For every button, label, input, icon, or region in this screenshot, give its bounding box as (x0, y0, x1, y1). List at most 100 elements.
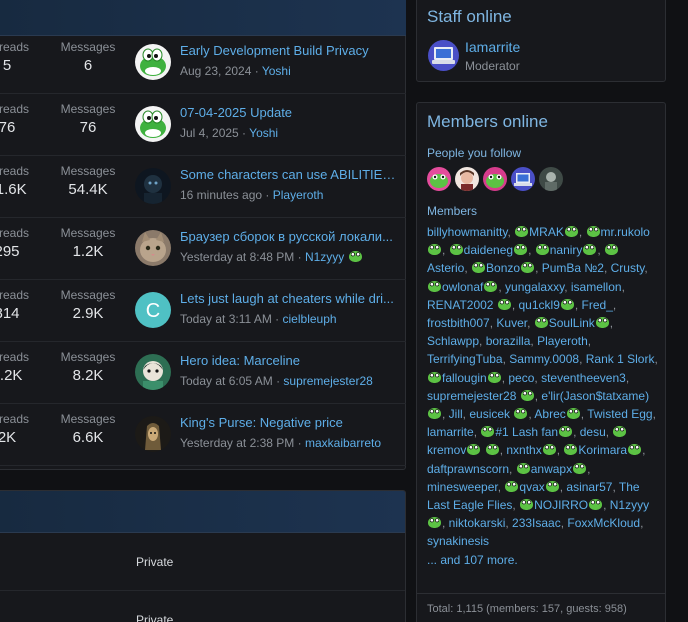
latest-post-user[interactable]: maxkaibarreto (305, 436, 381, 450)
member-link[interactable]: TerrifyingTuba (427, 352, 503, 366)
member-link[interactable]: isamellon (571, 280, 622, 294)
member-link[interactable]: minesweeper (427, 480, 498, 494)
avatar[interactable] (135, 168, 171, 204)
avatar[interactable] (427, 167, 451, 191)
latest-post-date[interactable]: Yesterday at 2:38 PM (180, 436, 294, 450)
member-link[interactable]: NOJIRRO (534, 498, 588, 512)
member-link[interactable]: daftprawnscorn (427, 462, 509, 476)
member-link[interactable]: niktokarski (449, 516, 506, 530)
member-link[interactable]: owlonaf (442, 280, 483, 294)
avatar[interactable] (135, 106, 171, 142)
messages-count: 1.2K (72, 243, 104, 260)
member-link[interactable]: supremejester28 (427, 389, 516, 403)
latest-post-date[interactable]: Today at 6:05 AM (180, 374, 273, 388)
latest-post-user[interactable]: N1zyyy (305, 250, 344, 264)
member-link[interactable]: Korimara (578, 443, 627, 457)
avatar[interactable] (455, 167, 479, 191)
member-link[interactable]: Rank 1 Slork (586, 352, 655, 366)
node-row[interactable]: Threads 2K Messages 6.6K King's Purse: Negat… (0, 404, 406, 466)
member-link[interactable]: frostbith007 (427, 316, 490, 330)
avatar[interactable]: C (135, 292, 171, 328)
member-link[interactable]: yungalaxxy (505, 280, 564, 294)
latest-post-date[interactable]: Yesterday at 8:48 PM (180, 250, 294, 264)
node-row[interactable]: Private (0, 591, 405, 622)
avatar[interactable] (483, 167, 507, 191)
more-members-link[interactable]: ... and 107 more. (427, 553, 518, 567)
member-link[interactable]: Abrec (534, 407, 565, 421)
member-link[interactable]: steventheeven3 (541, 371, 626, 385)
node-row[interactable]: Threads 76 Messages 76 07-04-2025 Update Jul … (0, 94, 406, 156)
node-row[interactable]: Threads 2.2K Messages 8.2K Hero idea: Marcel… (0, 342, 406, 404)
member-link[interactable]: RENAT2002 (427, 298, 493, 312)
latest-post-user[interactable]: Playeroth (273, 188, 324, 202)
members-online-title[interactable]: Members online (427, 110, 548, 134)
member-link[interactable]: billyhowmanitty (427, 225, 507, 239)
member-link[interactable]: Kuver (496, 316, 527, 330)
avatar[interactable] (135, 354, 171, 390)
latest-post-user[interactable]: supremejester28 (283, 374, 372, 388)
member-link[interactable]: Twisted Egg (587, 407, 652, 421)
member-link[interactable]: e'lir(Jason$tatxame) (541, 389, 649, 403)
member-link[interactable]: Bonzo (486, 261, 520, 275)
avatar[interactable] (135, 230, 171, 266)
staff-online-title[interactable]: Staff online (427, 5, 512, 29)
member-link[interactable]: Schlawpp (427, 334, 479, 348)
member-link[interactable]: Playeroth (537, 334, 588, 348)
latest-post-date[interactable]: Today at 3:11 AM (180, 312, 272, 326)
avatar[interactable] (135, 44, 171, 80)
member-link[interactable]: #1 Lash fan (495, 425, 558, 439)
member-link[interactable]: daideneg (464, 243, 513, 257)
member-link[interactable]: anwapx (531, 462, 572, 476)
member-link[interactable]: fallougin (442, 371, 487, 385)
member-link[interactable]: naniry (550, 243, 583, 257)
member-link[interactable]: PumBa №2 (542, 261, 604, 275)
latest-post-date[interactable]: Jul 4, 2025 (180, 126, 239, 140)
node-row[interactable]: Threads 814 Messages 2.9K C Lets just laugh a… (0, 280, 406, 342)
latest-post-user[interactable]: Yoshi (262, 64, 291, 78)
frog-emoji-icon (505, 480, 519, 492)
member-link[interactable]: lamarrite (427, 425, 474, 439)
latest-thread-link[interactable]: 07-04-2025 Update (180, 104, 396, 122)
avatar[interactable] (428, 40, 459, 71)
latest-thread-link[interactable]: Lets just laugh at cheaters while dri... (180, 290, 396, 308)
member-link[interactable]: eusicek (469, 407, 510, 421)
member-link[interactable]: asinar57 (566, 480, 612, 494)
member-link[interactable]: SoulLink (549, 316, 595, 330)
member-link[interactable]: MRAK (529, 225, 564, 239)
member-link[interactable]: N1zyyy (610, 498, 649, 512)
latest-thread-link[interactable]: Some characters can use ABILITIES ... (180, 166, 396, 184)
avatar[interactable] (135, 416, 171, 452)
latest-thread-link[interactable]: Hero idea: Marceline (180, 352, 396, 370)
member-link[interactable]: Crusty (611, 261, 645, 275)
member-link[interactable]: Sammy.0008 (509, 352, 579, 366)
avatar[interactable] (539, 167, 563, 191)
latest-thread-link[interactable]: King's Purse: Negative price (180, 414, 396, 432)
latest-post-date[interactable]: 16 minutes ago (180, 188, 262, 202)
member-link[interactable]: qvax (519, 480, 544, 494)
member-link[interactable]: kremov (427, 443, 466, 457)
member-link[interactable]: desu (580, 425, 606, 439)
member-link[interactable]: Asterio (427, 261, 464, 275)
latest-thread-link[interactable]: Браузер сборок в русской локали... (180, 228, 396, 246)
node-row[interactable]: Threads 21.6K Messages 54.4K Some characters… (0, 156, 406, 218)
latest-post-date[interactable]: Aug 23, 2024 (180, 64, 251, 78)
latest-post-meta: Yesterday at 2:38 PM · maxkaibarreto (180, 436, 381, 450)
latest-post-user[interactable]: Yoshi (249, 126, 278, 140)
member-link[interactable]: FoxxMcKloud (567, 516, 640, 530)
node-row[interactable]: Threads 5 Messages 6 Early Development Build… (0, 32, 406, 94)
latest-post-user[interactable]: cielbleuph (283, 312, 337, 326)
member-link[interactable]: Fred_ (582, 298, 613, 312)
latest-thread-link[interactable]: Early Development Build Privacy (180, 42, 396, 60)
node-row[interactable]: Threads 295 Messages 1.2K Браузер сборок в р… (0, 218, 406, 280)
member-link[interactable]: Jill (449, 407, 463, 421)
member-link[interactable]: qu1ckl9 (519, 298, 560, 312)
staff-member-link[interactable]: Iamarrite (465, 39, 520, 55)
member-link[interactable]: mr.rukolo (601, 225, 650, 239)
node-row[interactable]: Private (0, 533, 405, 591)
member-link[interactable]: nxnthx (506, 443, 541, 457)
member-link[interactable]: borazilla (486, 334, 531, 348)
member-link[interactable]: peco (508, 371, 534, 385)
member-link[interactable]: 233Isaac (512, 516, 561, 530)
member-link[interactable]: synakinesis (427, 534, 489, 548)
avatar[interactable] (511, 167, 535, 191)
